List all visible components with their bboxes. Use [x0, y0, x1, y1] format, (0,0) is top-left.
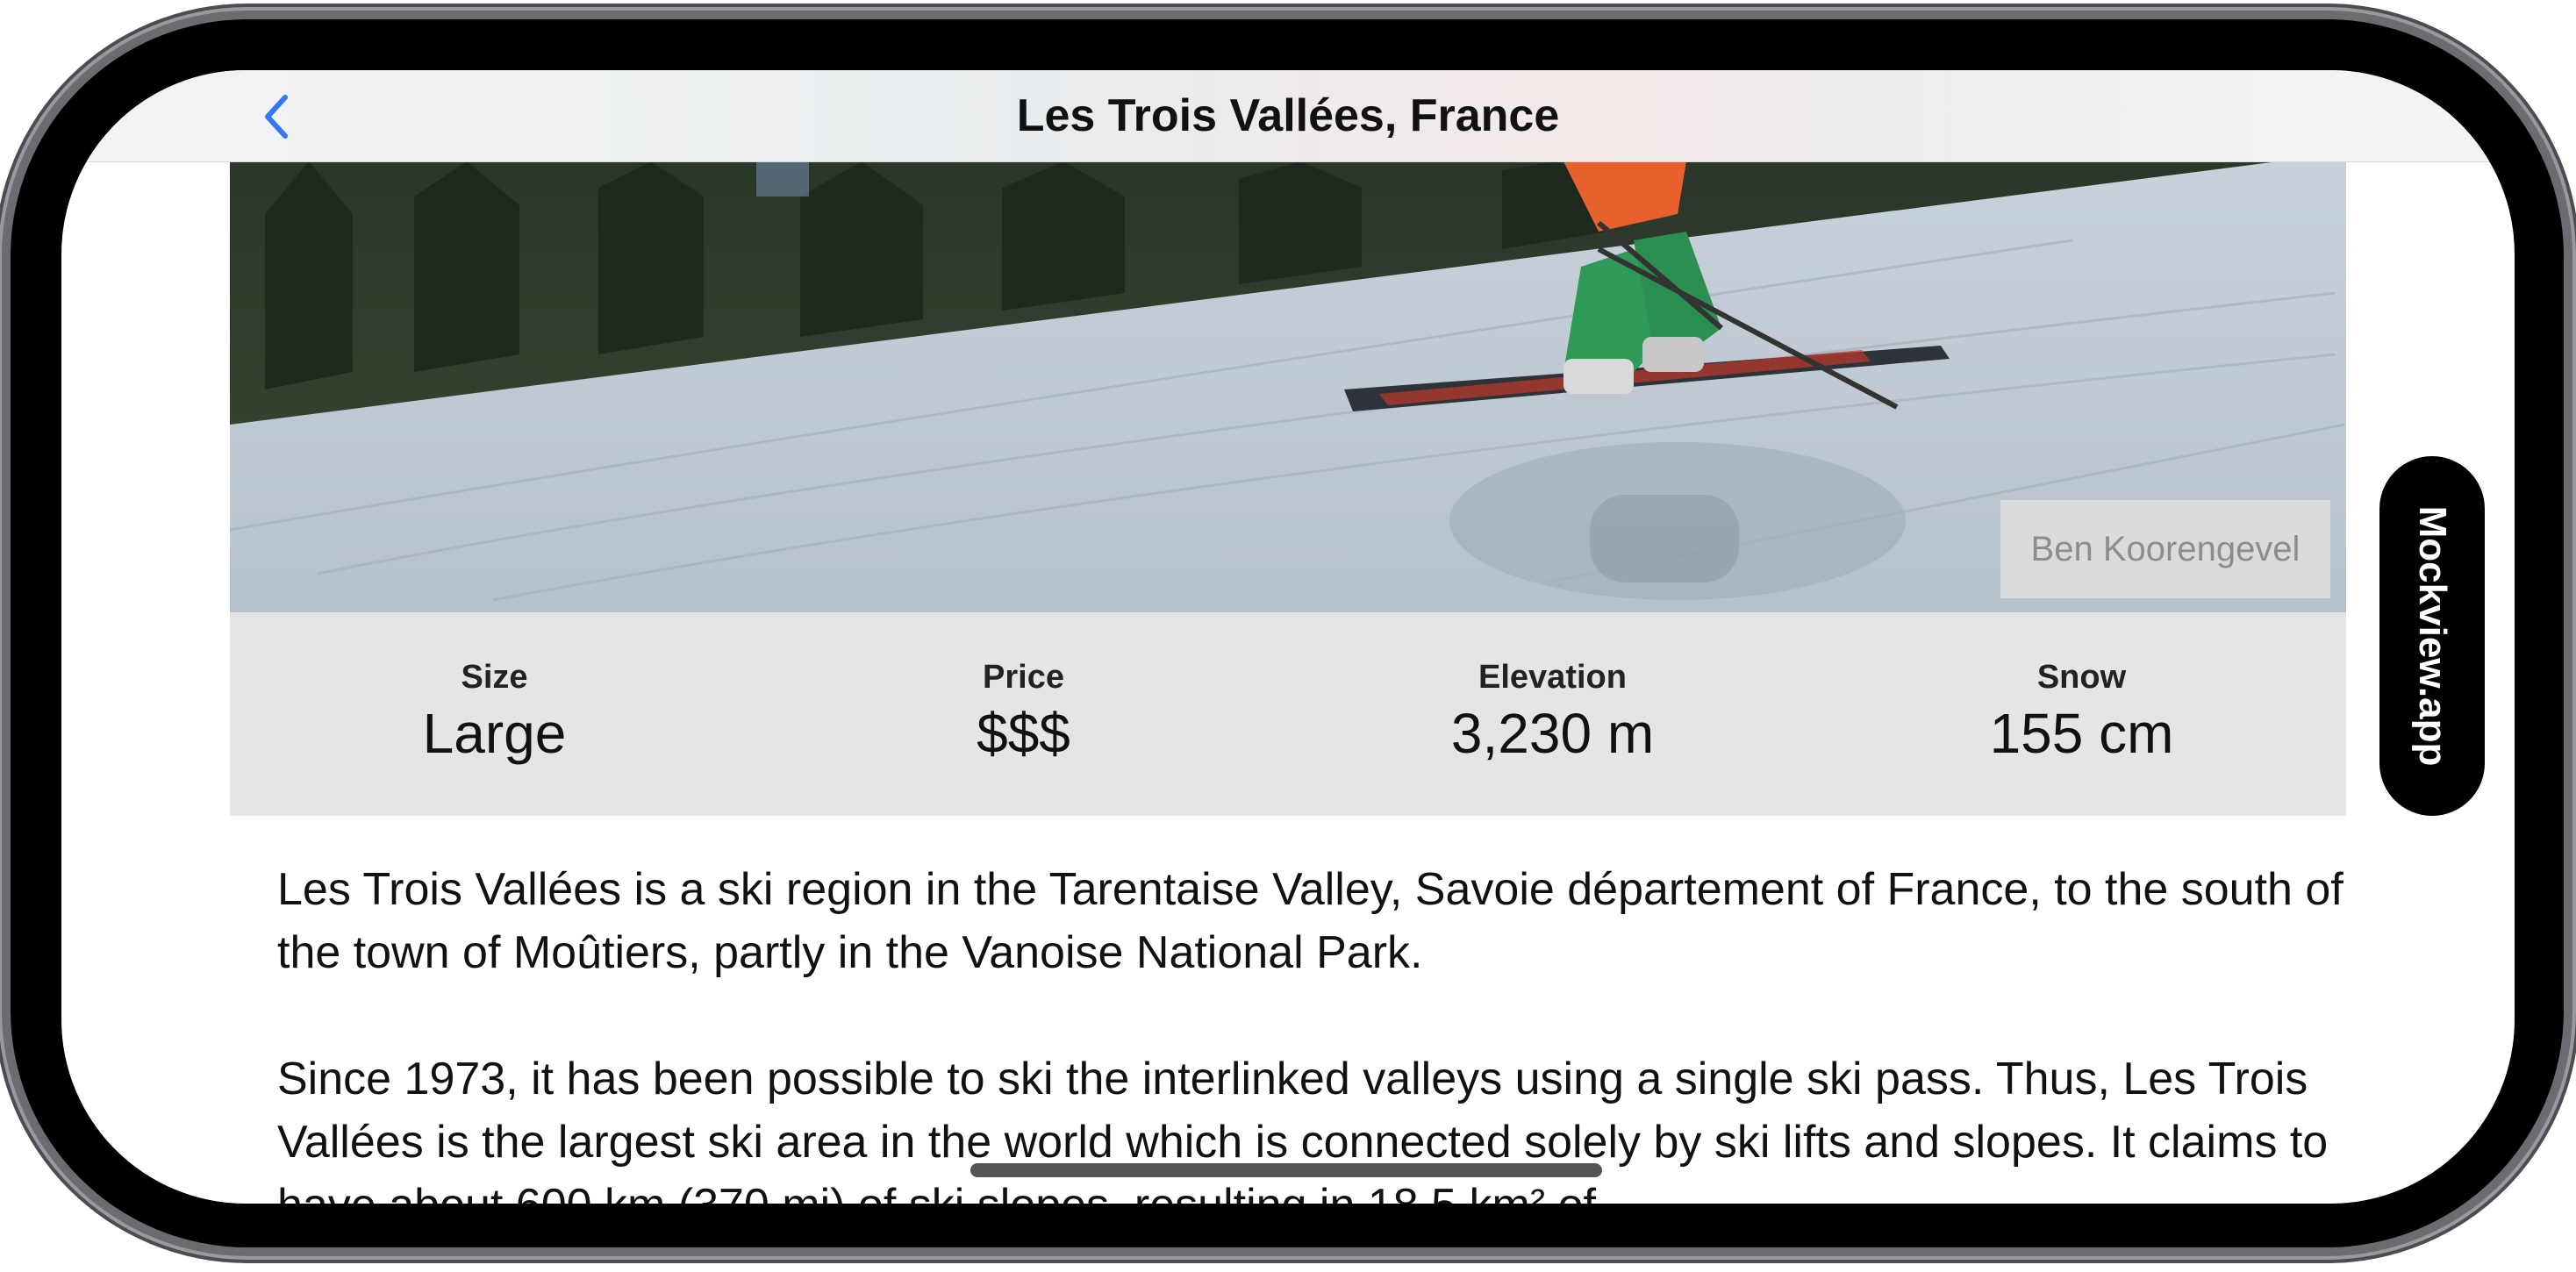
- description-paragraph: Les Trois Vallées is a ski region in the…: [277, 864, 2343, 978]
- description-paragraph: Since 1973, it has been possible to ski …: [277, 1054, 2329, 1204]
- stat-label: Price: [983, 659, 1064, 696]
- stat-label: Elevation: [1478, 659, 1627, 696]
- stat-value: $$$: [977, 702, 1070, 765]
- resort-photo: Ben Koorengevel: [230, 161, 2346, 612]
- mockview-badge-label: Mockview.app: [2411, 505, 2454, 767]
- page-title: Les Trois Vallées, France: [1016, 90, 1560, 141]
- photo-credit: Ben Koorengevel: [2000, 500, 2330, 598]
- stat-value: Large: [422, 702, 567, 765]
- resort-description: Les Trois Vallées is a ski region in the…: [277, 858, 2401, 1204]
- stat-label: Size: [461, 659, 528, 696]
- stats-bar: Size Large Price $$$ Elevation 3,230 m S…: [230, 612, 2346, 816]
- device-screen: Les Trois Vallées, France Ben Koorengeve…: [61, 70, 2515, 1204]
- stat-price: Price $$$: [759, 612, 1288, 816]
- stat-elevation: Elevation 3,230 m: [1288, 612, 1817, 816]
- stat-label: Snow: [2036, 659, 2127, 696]
- stat-snow: Snow 155 cm: [1817, 612, 2346, 816]
- home-indicator[interactable]: [970, 1163, 1602, 1177]
- navigation-bar: Les Trois Vallées, France: [61, 70, 2515, 162]
- stat-value: 3,230 m: [1450, 702, 1655, 765]
- stat-size: Size Large: [230, 612, 759, 816]
- mockview-badge[interactable]: Mockview.app: [2379, 456, 2485, 816]
- stat-value: 155 cm: [1989, 702, 2174, 765]
